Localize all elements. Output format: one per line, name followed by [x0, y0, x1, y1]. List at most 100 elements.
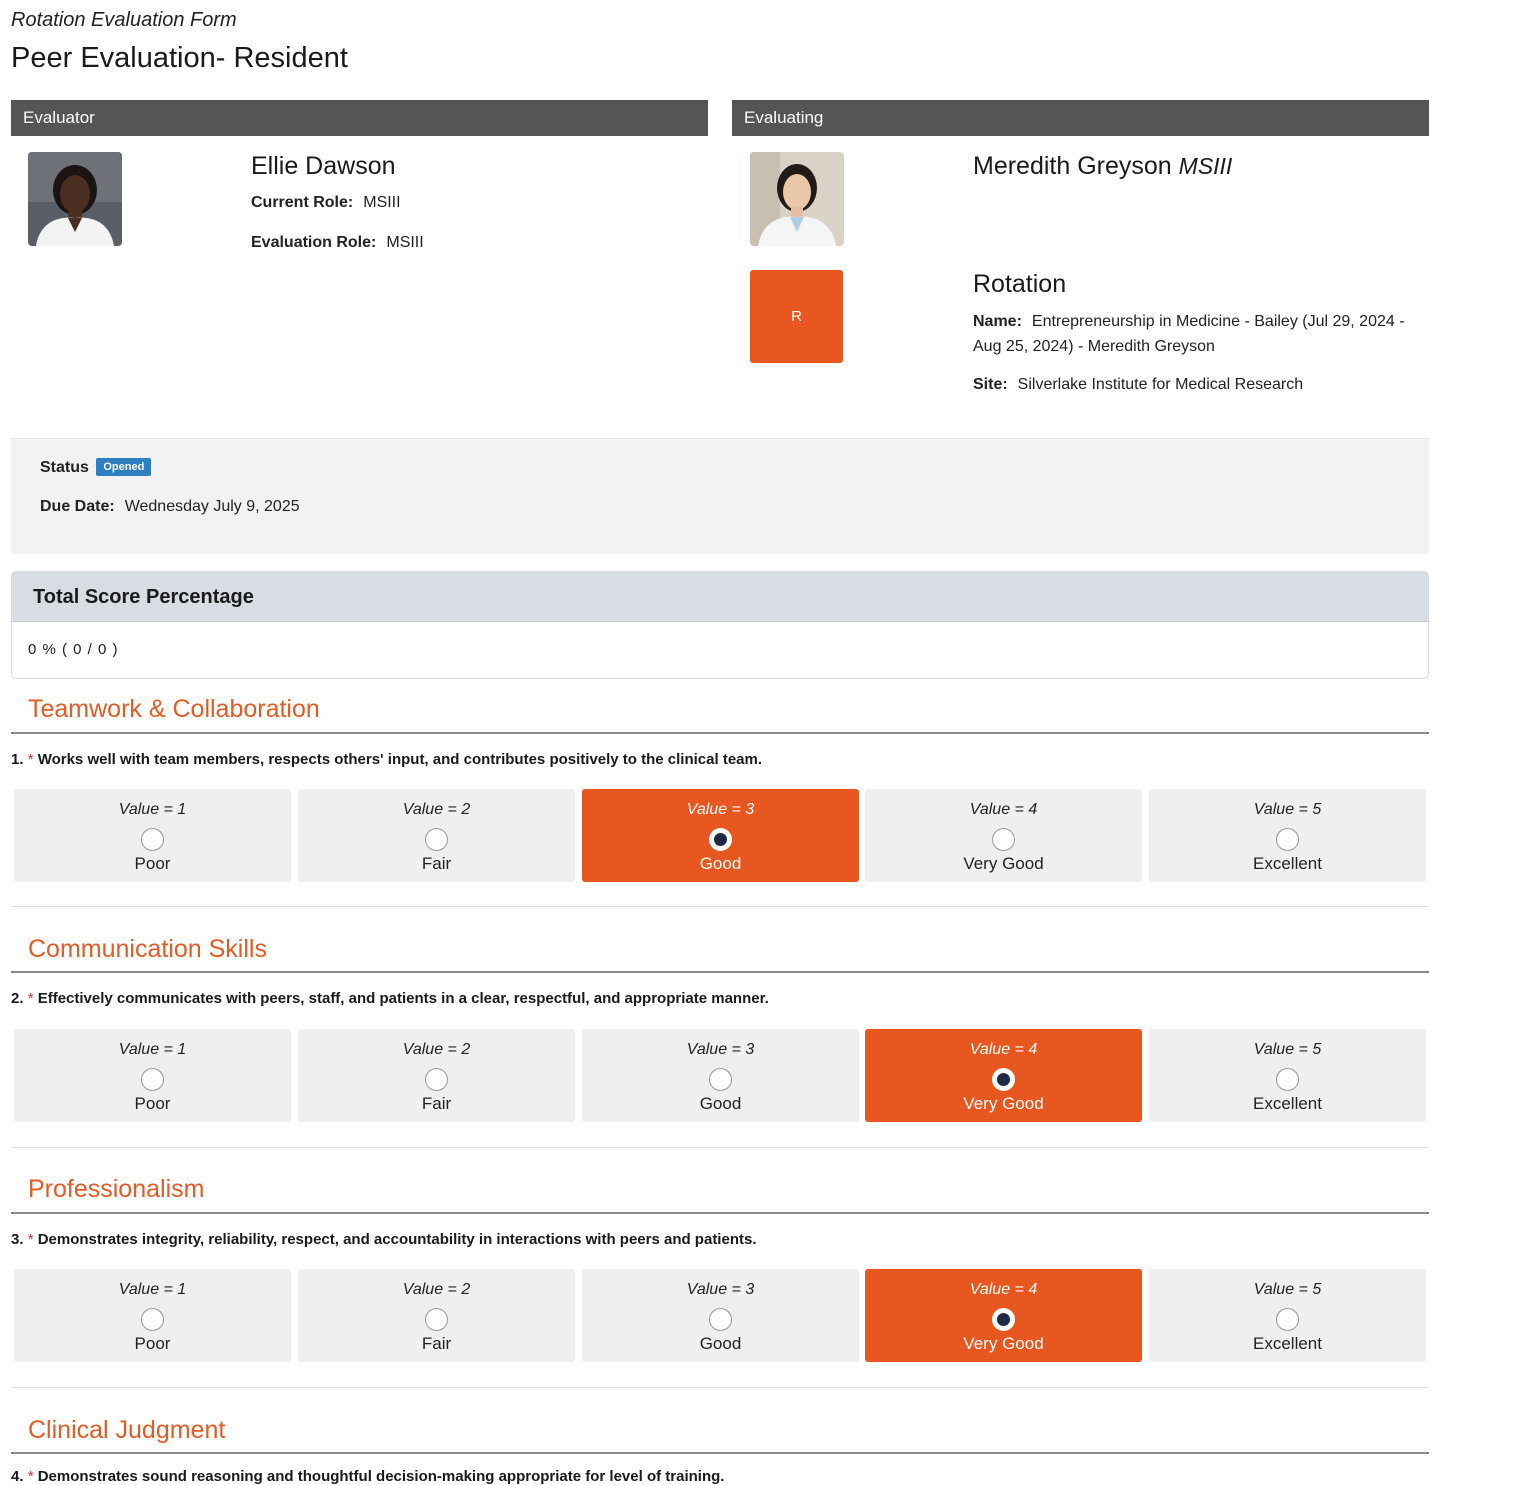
status-label: Status: [40, 459, 89, 476]
option-value: Value = 2: [402, 801, 471, 818]
rotation-name: Name: Entrepreneurship in Medicine - Bail…: [973, 309, 1413, 359]
rotation-tile: R: [750, 270, 843, 363]
question-separator: [11, 906, 1429, 907]
section-divider: [11, 1452, 1429, 1454]
evaluating-header: Evaluating: [732, 100, 1429, 136]
section-divider: [11, 971, 1429, 973]
option-value: Value = 4: [969, 801, 1038, 818]
current-role-value: MSIII: [363, 194, 401, 211]
radio-button[interactable]: [992, 1308, 1015, 1331]
option-value: Value = 5: [1253, 1041, 1322, 1058]
q2-option-4[interactable]: Value = 4 Very Good: [865, 1029, 1142, 1122]
question-2: 2. * Effectively communicates with peers…: [11, 990, 769, 1007]
rotation-name-label: Name:: [973, 313, 1022, 330]
due-date-value: Wednesday July 9, 2025: [124, 498, 300, 515]
q3-option-1[interactable]: Value = 1 Poor: [14, 1269, 291, 1362]
due-date-label: Due Date:: [40, 498, 115, 515]
section-divider: [11, 732, 1429, 734]
section-title: Teamwork & Collaboration: [28, 695, 320, 723]
question-number: 4.: [11, 1468, 24, 1485]
radio-button[interactable]: [141, 1308, 164, 1331]
option-value: Value = 4: [969, 1041, 1038, 1058]
radio-button[interactable]: [992, 1068, 1015, 1091]
option-label: Fair: [421, 1094, 452, 1113]
radio-button[interactable]: [709, 1068, 732, 1091]
radio-button[interactable]: [1276, 1308, 1299, 1331]
page-title: Peer Evaluation- Resident: [11, 42, 348, 74]
option-value: Value = 2: [402, 1281, 471, 1298]
due-date-row: Due Date: Wednesday July 9, 2025: [40, 498, 300, 516]
q1-option-4[interactable]: Value = 4 Very Good: [865, 789, 1142, 882]
q3-option-4[interactable]: Value = 4 Very Good: [865, 1269, 1142, 1362]
option-label: Excellent: [1253, 1094, 1322, 1113]
radio-button[interactable]: [141, 1068, 164, 1091]
status-panel: [11, 438, 1429, 554]
radio-button[interactable]: [141, 828, 164, 851]
q3-option-2[interactable]: Value = 2 Fair: [298, 1269, 575, 1362]
option-value: Value = 1: [118, 1041, 187, 1058]
option-label: Poor: [134, 854, 171, 873]
radio-button[interactable]: [709, 828, 732, 851]
question-1: 1. * Works well with team members, respe…: [11, 751, 762, 768]
option-value: Value = 5: [1253, 1281, 1322, 1298]
question-number: 3.: [11, 1231, 24, 1248]
question-text: Demonstrates integrity, reliability, res…: [37, 1231, 757, 1248]
radio-button[interactable]: [425, 1068, 448, 1091]
evaluator-name: Ellie Dawson: [251, 152, 396, 180]
q2-option-1[interactable]: Value = 1 Poor: [14, 1029, 291, 1122]
q1-option-1[interactable]: Value = 1 Poor: [14, 789, 291, 882]
current-role-label: Current Role:: [251, 194, 354, 211]
evaluation-role-label: Evaluation Role:: [251, 234, 377, 251]
q3-option-5[interactable]: Value = 5 Excellent: [1149, 1269, 1426, 1362]
option-label: Very Good: [963, 1094, 1044, 1113]
option-value: Value = 3: [686, 1281, 755, 1298]
option-label: Very Good: [963, 854, 1044, 873]
form-type-label: Rotation Evaluation Form: [11, 9, 237, 31]
radio-button[interactable]: [1276, 828, 1299, 851]
required-marker: *: [27, 1231, 34, 1248]
q1-option-2[interactable]: Value = 2 Fair: [298, 789, 575, 882]
question-number: 2.: [11, 990, 24, 1007]
rotation-site: Site: Silverlake Institute for Medical Re…: [973, 376, 1303, 394]
question-separator: [11, 1147, 1429, 1148]
section-divider: [11, 1212, 1429, 1214]
option-label: Good: [699, 1094, 742, 1113]
rotation-name-value: Entrepreneurship in Medicine - Bailey (J…: [973, 313, 1405, 355]
total-score-title: Total Score Percentage: [12, 572, 1428, 622]
q2-option-5[interactable]: Value = 5 Excellent: [1149, 1029, 1426, 1122]
question-number: 1.: [11, 751, 24, 768]
status-row: Status Opened: [40, 458, 152, 477]
section-title: Professionalism: [28, 1175, 205, 1203]
option-value: Value = 1: [118, 1281, 187, 1298]
option-label: Poor: [134, 1334, 171, 1353]
option-label: Good: [699, 854, 742, 873]
question-text: Demonstrates sound reasoning and thought…: [37, 1468, 725, 1485]
section-title: Clinical Judgment: [28, 1416, 226, 1444]
option-value: Value = 5: [1253, 801, 1322, 818]
q1-option-3[interactable]: Value = 3 Good: [582, 789, 859, 882]
q3-option-3[interactable]: Value = 3 Good: [582, 1269, 859, 1362]
radio-button[interactable]: [709, 1308, 732, 1331]
evaluator-current-role: Current Role: MSIII: [251, 194, 401, 212]
required-marker: *: [27, 990, 34, 1007]
q2-option-2[interactable]: Value = 2 Fair: [298, 1029, 575, 1122]
evaluating-name: Meredith Greyson MSIII: [973, 152, 1232, 181]
radio-button[interactable]: [992, 828, 1015, 851]
question-separator: [11, 1387, 1429, 1388]
question-3: 3. * Demonstrates integrity, reliability…: [11, 1231, 757, 1248]
option-value: Value = 4: [969, 1281, 1038, 1298]
question-text: Effectively communicates with peers, sta…: [37, 990, 769, 1007]
radio-button[interactable]: [1276, 1068, 1299, 1091]
rotation-site-value: Silverlake Institute for Medical Researc…: [1017, 376, 1304, 393]
evaluator-header: Evaluator: [11, 100, 708, 136]
q2-option-3[interactable]: Value = 3 Good: [582, 1029, 859, 1122]
radio-button[interactable]: [425, 1308, 448, 1331]
option-label: Fair: [421, 854, 452, 873]
total-score-value: 0 % ( 0 / 0 ): [28, 641, 119, 658]
option-value: Value = 3: [686, 801, 755, 818]
option-label: Very Good: [963, 1334, 1044, 1353]
question-text: Works well with team members, respects o…: [37, 751, 763, 768]
q1-option-5[interactable]: Value = 5 Excellent: [1149, 789, 1426, 882]
option-label: Excellent: [1253, 1334, 1322, 1353]
radio-button[interactable]: [425, 828, 448, 851]
